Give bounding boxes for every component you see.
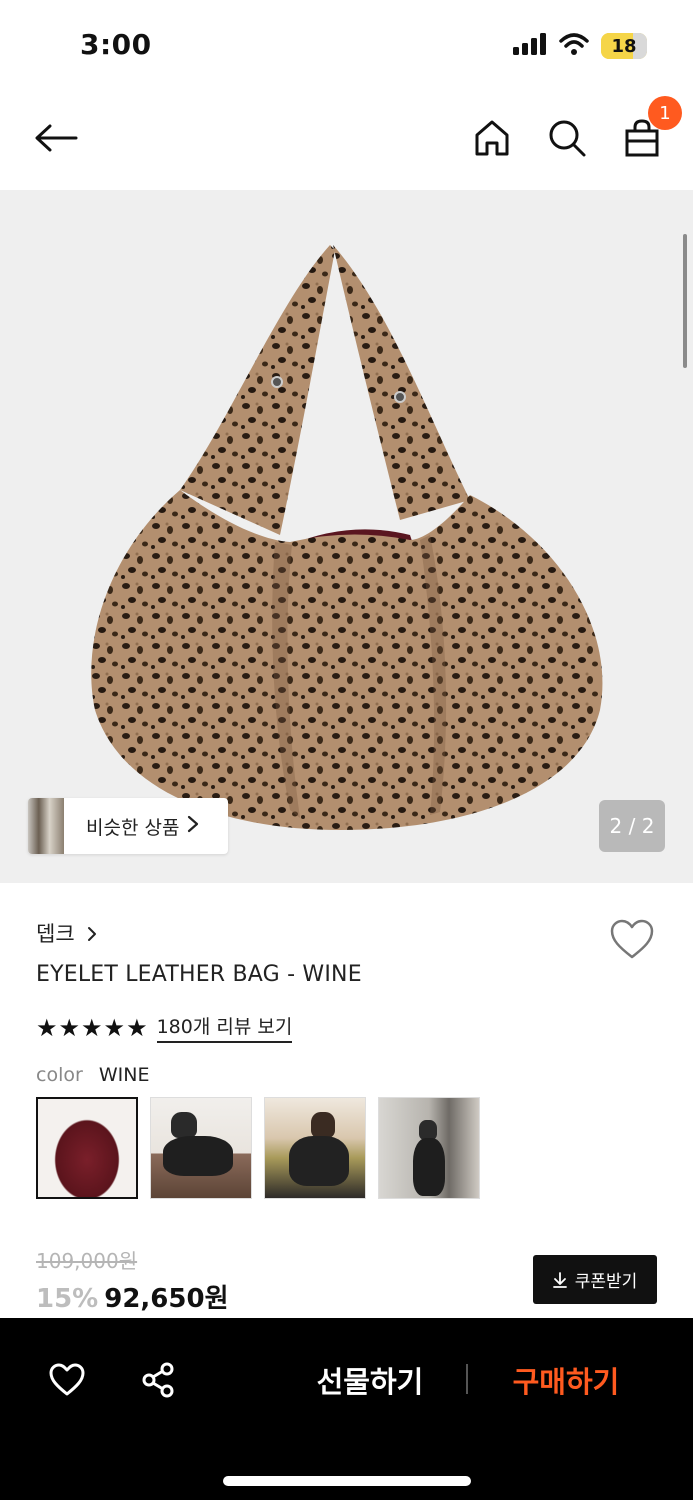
cart-count-badge: 1 [648,96,682,130]
brand-link[interactable]: 뎁크 [36,918,97,948]
heart-icon[interactable] [609,918,655,960]
product-thumbnail-model-2[interactable] [264,1097,366,1199]
product-thumbnail-wine-bag[interactable] [36,1097,138,1199]
product-title: EYELET LEATHER BAG - WINE [36,962,362,987]
status-bar: 3:00 18 [0,0,693,92]
action-divider [466,1364,468,1394]
sale-price: 92,650원 [104,1284,229,1314]
scroll-indicator [683,234,687,368]
battery-level: 18 [611,35,637,57]
product-image-carousel[interactable]: 비슷한 상품 2 / 2 [0,190,693,883]
product-image [91,245,603,830]
similar-products-thumbnail [28,798,64,854]
original-price: 109,000원 [36,1249,138,1273]
product-thumbnail-model-1[interactable] [150,1097,252,1199]
price-row: 15% 92,650원 [36,1278,229,1315]
coupon-button[interactable]: 쿠폰받기 [533,1255,657,1304]
product-thumbnail-model-3[interactable] [378,1097,480,1199]
gift-button[interactable]: 선물하기 [300,1358,440,1402]
search-icon[interactable] [545,116,589,160]
buy-button[interactable]: 구매하기 [496,1358,636,1402]
color-value: WINE [98,1064,150,1086]
bottom-action-bar: 선물하기 구매하기 [0,1318,693,1500]
review-link[interactable]: 180개 리뷰 보기 [156,1012,293,1043]
discount-rate: 15% [36,1284,99,1314]
similar-products-label: 비슷한 상품 [86,816,180,839]
brand-name: 뎁크 [36,922,75,946]
similar-products-button[interactable]: 비슷한 상품 [28,798,228,854]
download-icon [552,1271,567,1288]
rating-row: ★★★★★ 180개 리뷰 보기 [36,1012,293,1043]
heart-icon[interactable] [47,1360,87,1400]
battery-indicator: 18 [601,33,647,59]
top-nav: 1 [0,92,693,190]
image-page-counter: 2 / 2 [599,800,665,852]
share-icon[interactable] [139,1360,179,1400]
signal-icon [513,33,547,59]
back-arrow-icon[interactable] [34,116,78,160]
status-time: 3:00 [80,28,152,61]
chevron-right-icon [87,923,97,947]
color-row: color WINE [36,1064,149,1086]
home-icon[interactable] [470,116,514,160]
rating-stars: ★★★★★ [36,1013,149,1042]
color-label: color [36,1064,83,1086]
chevron-right-icon [187,814,199,838]
coupon-label: 쿠폰받기 [574,1272,638,1292]
product-thumbnails [36,1097,480,1199]
wifi-icon [559,33,589,59]
home-indicator [223,1476,471,1486]
status-indicators: 18 [513,32,647,60]
shopping-bag-icon[interactable]: 1 [620,96,682,160]
